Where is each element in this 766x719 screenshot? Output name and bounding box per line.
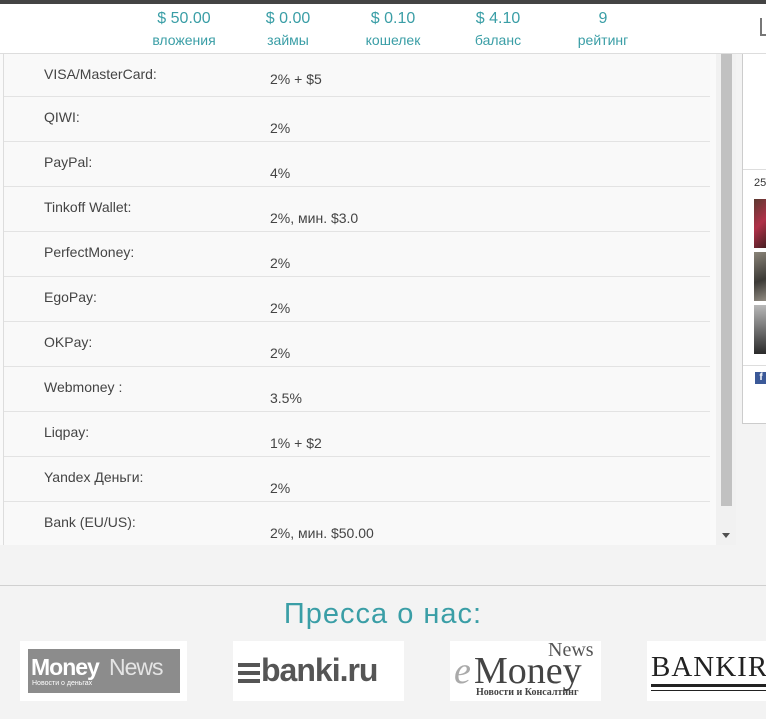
fees-table-container: VISA/MasterCard: 2% + $5 QIWI: 2% PayPal…: [0, 54, 736, 545]
stat-value: $ 4.10: [475, 10, 521, 27]
payment-method: PayPal:: [44, 154, 93, 170]
menu-edge-icon[interactable]: [760, 18, 766, 36]
table-row: QIWI: 2%: [4, 97, 710, 142]
table-scrollbar[interactable]: [716, 54, 736, 545]
table-row: EgoPay: 2%: [4, 277, 710, 322]
fee-value: 2%: [270, 255, 291, 271]
stats-bar: $ 50.00 вложения $ 0.00 займы $ 0.10 кош…: [0, 4, 766, 54]
stat-value: $ 0.10: [370, 10, 416, 27]
press-title: Пресса о нас:: [283, 598, 483, 630]
logo-word: BANKIR.: [651, 651, 766, 683]
table-row: Tinkoff Wallet: 2%, мин. $3.0: [4, 187, 710, 232]
table-row: Bank (EU/US): 2%, мин. $50.00: [4, 502, 710, 545]
fee-value: 2% + $5: [270, 71, 322, 87]
member-avatar[interactable]: [754, 199, 766, 248]
payment-method: OKPay:: [44, 334, 93, 350]
logo-bar: [238, 663, 260, 667]
stat-wallet[interactable]: $ 0.10 кошелек: [360, 10, 426, 49]
bankir-logo[interactable]: BANKIR.: [647, 641, 766, 701]
member-avatar[interactable]: [754, 305, 766, 354]
fee-value: 4%: [270, 165, 291, 181]
payment-method: Webmoney :: [44, 379, 123, 395]
logo-tagline: Новости и Консалтинг: [476, 687, 579, 698]
stat-value: $ 0.00: [265, 10, 311, 27]
payment-method: Yandex Деньги:: [44, 469, 144, 485]
fee-value: 1% + $2: [270, 435, 322, 451]
social-widget: 25 f: [742, 54, 766, 424]
fee-value: 2%: [270, 120, 291, 136]
member-avatar[interactable]: [754, 252, 766, 301]
logo-bar: [238, 671, 260, 675]
facebook-icon[interactable]: f: [755, 372, 766, 384]
press-section: Пресса о нас: Money News Новости о деньг…: [0, 585, 766, 719]
logo-rule: [651, 690, 766, 691]
stat-label: займы: [267, 32, 309, 48]
stat-loans[interactable]: $ 0.00 займы: [260, 10, 316, 49]
payment-method: Liqpay:: [44, 424, 90, 440]
table-row: PayPal: 4%: [4, 142, 710, 187]
widget-divider: [743, 169, 766, 170]
fee-value: 2%: [270, 345, 291, 361]
table-row: Liqpay: 1% + $2: [4, 412, 710, 457]
stat-label: рейтинг: [577, 32, 629, 48]
stat-value: $ 50.00: [157, 10, 211, 27]
fee-value: 2%: [270, 300, 291, 316]
logo-rule: [651, 684, 766, 687]
fee-value: 3.5%: [270, 390, 302, 406]
payment-method: Tinkoff Wallet:: [44, 199, 132, 215]
logo-word: Money: [31, 654, 100, 680]
logo-tagline: Новости о деньгах: [32, 680, 93, 687]
table-row: Yandex Деньги: 2%: [4, 457, 710, 502]
payment-method: VISA/MasterCard:: [44, 66, 157, 82]
stat-rating[interactable]: 9 рейтинг: [572, 10, 634, 49]
logo-word: News: [109, 654, 164, 680]
scrollbar-thumb[interactable]: [721, 54, 732, 506]
stat-label: кошелек: [365, 32, 421, 48]
banki-logo[interactable]: banki.ru: [233, 641, 404, 701]
table-row: OKPay: 2%: [4, 322, 710, 367]
moneynews-logo[interactable]: Money News Новости о деньгах: [20, 641, 187, 701]
stat-investments[interactable]: $ 50.00 вложения: [146, 10, 222, 49]
members-count: 25: [754, 177, 766, 189]
payment-method: EgoPay:: [44, 289, 97, 305]
scroll-down-arrow-icon[interactable]: [722, 533, 730, 538]
widget-divider: [743, 365, 766, 366]
payment-method: Bank (EU/US):: [44, 514, 136, 530]
logo-word: e: [454, 650, 471, 692]
logo-bar: [238, 679, 260, 683]
table-row: Webmoney : 3.5%: [4, 367, 710, 412]
stat-label: вложения: [152, 32, 216, 48]
stat-label: баланс: [474, 32, 522, 48]
fee-value: 2%: [270, 480, 291, 496]
stat-value: 9: [598, 10, 608, 27]
emoney-logo[interactable]: News e Money Новости и Консалтинг: [450, 641, 601, 701]
table-row: VISA/MasterCard: 2% + $5: [4, 54, 710, 97]
fee-value: 2%, мин. $50.00: [270, 525, 374, 541]
logo-word: banki.ru: [261, 652, 378, 688]
table-row: PerfectMoney: 2%: [4, 232, 710, 277]
payment-method: QIWI:: [44, 109, 80, 125]
fee-value: 2%, мин. $3.0: [270, 210, 359, 226]
stat-balance[interactable]: $ 4.10 баланс: [468, 10, 528, 49]
payment-method: PerfectMoney:: [44, 244, 135, 260]
fees-table: VISA/MasterCard: 2% + $5 QIWI: 2% PayPal…: [4, 54, 710, 545]
